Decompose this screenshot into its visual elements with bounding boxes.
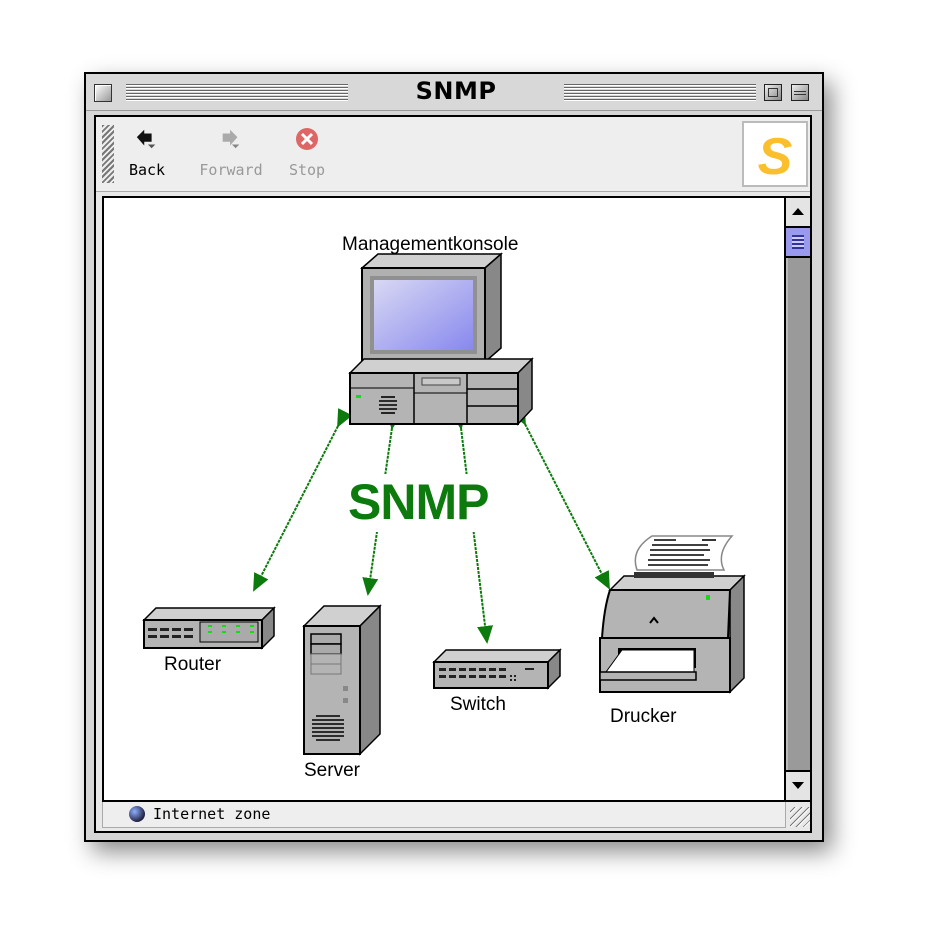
router-label: Router: [164, 654, 222, 675]
snmp-protocol-label: SNMP: [348, 474, 489, 530]
router-icon: [142, 606, 276, 650]
page-content: Managementkonsole SNMP Router Server Swi…: [102, 196, 786, 802]
console-computer-icon: [348, 252, 534, 426]
scroll-track[interactable]: [786, 258, 810, 770]
printer-icon: [599, 535, 746, 694]
console-label: Managementkonsole: [342, 234, 519, 255]
stop-label: Stop: [288, 161, 326, 179]
security-zone-text: Internet zone: [153, 805, 271, 823]
collapse-box-button[interactable]: [791, 84, 809, 101]
arrow-console-switch: [451, 411, 494, 644]
stop-button[interactable]: Stop: [282, 127, 332, 179]
scroll-down-button[interactable]: [786, 770, 810, 800]
back-button[interactable]: Back: [122, 127, 172, 179]
browser-logo: S: [742, 121, 808, 187]
window-title: SNMP: [415, 77, 497, 105]
printer-label: Drucker: [610, 706, 677, 727]
scroll-up-button[interactable]: [786, 198, 810, 228]
browser-frame: Back Forward Stop S Managementkonsole SN…: [94, 115, 812, 833]
server-label: Server: [304, 760, 360, 781]
forward-arrow-icon: [222, 129, 240, 149]
back-label: Back: [128, 161, 166, 179]
title-stripes-left: [126, 84, 348, 101]
close-box-button[interactable]: [94, 84, 112, 102]
scroll-thumb[interactable]: [786, 228, 810, 258]
status-bar: Internet zone: [102, 802, 786, 828]
globe-icon: [129, 806, 145, 822]
browser-window: SNMP Back Forward Stop S Managementkonso…: [84, 72, 824, 842]
toolbar-grip-handle[interactable]: [102, 125, 114, 183]
arrow-console-router: [253, 408, 353, 592]
forward-button[interactable]: Forward: [188, 127, 274, 179]
stop-icon: [296, 128, 318, 150]
title-bar[interactable]: SNMP: [86, 74, 822, 111]
switch-label: Switch: [450, 694, 506, 715]
toolbar: Back Forward Stop S: [96, 117, 810, 192]
back-arrow-icon: [136, 129, 156, 149]
switch-icon: [432, 648, 562, 690]
arrow-console-printer: [510, 406, 610, 590]
resize-grip-handle[interactable]: [790, 807, 810, 827]
server-icon: [302, 604, 382, 756]
title-stripes-right: [564, 84, 756, 101]
vertical-scrollbar[interactable]: [786, 196, 812, 802]
forward-label: Forward: [199, 161, 263, 179]
zoom-box-button[interactable]: [764, 84, 782, 101]
logo-letter: S: [757, 128, 793, 186]
